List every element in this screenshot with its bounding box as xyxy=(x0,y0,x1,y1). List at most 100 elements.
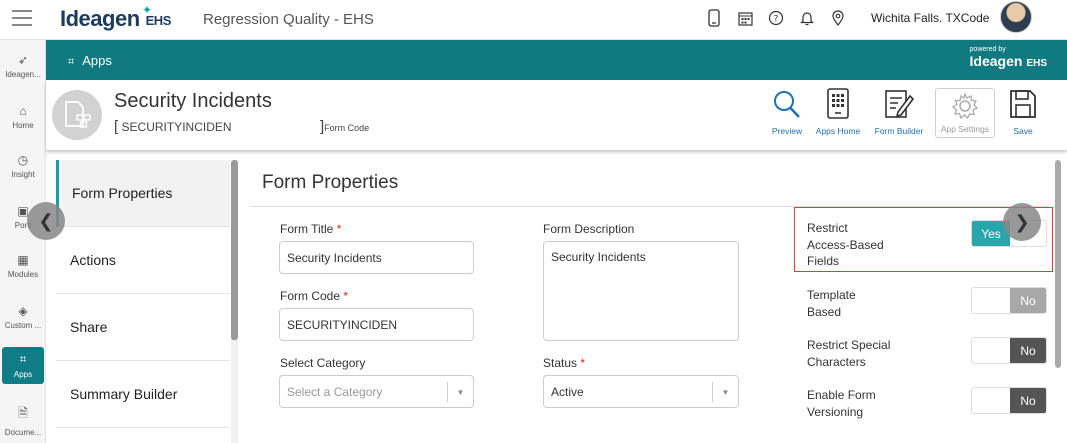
apps-bar: ⌗ Apps powered by Ideagen EHS xyxy=(46,40,1067,80)
form-code-value: SECURITYINCIDEN xyxy=(121,120,232,134)
template-based-toggle[interactable]: No xyxy=(971,287,1047,314)
previous-arrow-button[interactable]: ❮ xyxy=(27,202,65,240)
tool-label: Apps Home xyxy=(815,126,861,136)
tab-summary-builder[interactable]: Summary Builder xyxy=(56,361,230,428)
nav-label: Ideagen... xyxy=(5,70,41,79)
tab-actions[interactable]: Actions xyxy=(56,227,230,294)
save-icon xyxy=(1010,90,1036,118)
search-icon xyxy=(774,91,800,118)
mobile-icon[interactable] xyxy=(706,9,722,27)
form-icon xyxy=(52,90,102,140)
apps-label: Apps xyxy=(82,53,112,68)
main-scrollbar[interactable] xyxy=(1055,160,1061,368)
required-mark: * xyxy=(336,222,342,236)
tab-label: Form Properties xyxy=(72,185,173,201)
top-icons: ? xyxy=(706,6,861,30)
nav-label: Modules xyxy=(7,270,39,279)
tab-share[interactable]: Share xyxy=(56,294,230,361)
apps-breadcrumb[interactable]: ⌗ Apps xyxy=(68,53,112,69)
select-category-label: Select Category xyxy=(280,356,366,370)
app-settings-button[interactable]: App Settings xyxy=(935,88,995,138)
enable-versioning-toggle[interactable]: No xyxy=(971,387,1047,414)
restrict-special-characters-toggle[interactable]: No xyxy=(971,337,1047,364)
toggle-state: No xyxy=(1010,388,1046,413)
form-code-label: Form Code xyxy=(324,123,370,133)
apps-grid-icon: ⌗ xyxy=(68,56,75,68)
label-line: Versioning xyxy=(807,404,864,419)
nav-item-home[interactable]: ⌂ Home xyxy=(2,104,44,130)
tab-form-properties[interactable]: Form Properties xyxy=(56,160,230,227)
svg-text:?: ? xyxy=(774,15,779,25)
save-button[interactable]: Save xyxy=(1003,88,1043,136)
form-builder-icon xyxy=(885,90,914,118)
template-based-label: Template Based xyxy=(807,287,856,320)
nav-item-insight[interactable]: ◷ Insight xyxy=(2,153,44,179)
help-icon[interactable]: ? xyxy=(768,9,784,27)
toggle-state: No xyxy=(1010,288,1046,313)
bell-icon[interactable] xyxy=(799,9,815,27)
left-nav: ➶ Ideagen... ⌂ Home ◷ Insight ▣ Portl ▦ Modul… xyxy=(0,40,46,443)
form-description-textarea[interactable]: Security Incidents xyxy=(543,241,739,341)
label-line: Restrict Special xyxy=(807,338,891,352)
tool-label: Preview xyxy=(771,126,803,136)
label-line: Fields xyxy=(807,254,840,268)
chevron-left-icon: ❮ xyxy=(38,210,54,231)
chevron-down-icon[interactable]: ▼ xyxy=(712,382,738,402)
form-title-input[interactable]: Security Incidents xyxy=(279,241,474,274)
tool-label: Save xyxy=(1013,126,1033,136)
form-title-label: Form Title * xyxy=(280,222,341,236)
next-arrow-button[interactable]: ❯ xyxy=(1003,203,1041,241)
nav-item-documents[interactable]: 🗎 Docume... xyxy=(2,404,44,437)
tabs-scrollbar-thumb[interactable] xyxy=(231,160,238,340)
toggle-state: No xyxy=(1010,338,1046,363)
ideagen-icon: ➶ xyxy=(17,53,29,67)
enable-versioning-label: Enable Form Versioning xyxy=(807,387,876,420)
tab-label: Actions xyxy=(70,252,116,268)
apps-home-button[interactable]: Apps Home xyxy=(811,88,865,136)
tool-label: Form Builder xyxy=(874,126,924,136)
label-line: Enable Form xyxy=(807,388,876,402)
page-title: Security Incidents xyxy=(114,90,272,112)
user-avatar[interactable] xyxy=(1000,1,1032,33)
location-pin-icon[interactable] xyxy=(830,9,846,27)
status-label: Status * xyxy=(543,356,585,370)
ideagen-logo[interactable]: Ideagen ✦ EHS xyxy=(60,3,171,32)
form-description-label: Form Description xyxy=(543,222,635,236)
nav-label: Custom ... xyxy=(4,321,42,330)
category-select[interactable]: Select a Category ▼ xyxy=(279,375,474,408)
calendar-icon[interactable] xyxy=(737,9,753,27)
nav-item-apps[interactable]: ⌗ Apps xyxy=(2,347,44,384)
status-select[interactable]: Active ▼ xyxy=(543,375,739,408)
chevron-down-icon[interactable]: ▼ xyxy=(447,382,473,402)
tool-label: App Settings xyxy=(940,124,990,134)
form-builder-button[interactable]: Form Builder xyxy=(871,88,927,136)
tabs-scrollbar[interactable] xyxy=(231,160,238,443)
required-mark: * xyxy=(343,289,349,303)
apps-icon: ⌗ xyxy=(19,352,27,366)
category-placeholder: Select a Category xyxy=(287,384,383,399)
nav-item-modules[interactable]: ▦ Modules xyxy=(2,253,44,279)
hamburger-menu-icon[interactable] xyxy=(12,10,32,26)
label-text: Status xyxy=(543,356,578,370)
preview-button[interactable]: Preview xyxy=(767,88,807,136)
nav-label: Docume... xyxy=(4,428,42,437)
nav-item-custom[interactable]: ◈ Custom ... xyxy=(2,304,44,330)
form-code-input[interactable]: SECURITYINCIDEN xyxy=(279,308,474,341)
label-line: Based xyxy=(807,304,842,319)
nav-item-ideagen[interactable]: ➶ Ideagen... xyxy=(2,53,44,79)
grid-icon: ▦ xyxy=(17,253,29,267)
top-bar: Ideagen ✦ EHS Regression Quality - EHS ? W… xyxy=(0,0,1067,40)
home-icon: ⌂ xyxy=(19,104,27,118)
form-code-display: [ SECURITYINCIDEN xyxy=(114,118,232,135)
powered-by-text: powered by xyxy=(969,46,1006,53)
powered-logo-suffix: EHS xyxy=(1026,58,1047,69)
tab-label: Share xyxy=(70,319,108,335)
restrict-access-label: Restrict Access-Based Fields xyxy=(807,220,884,270)
pie-chart-icon: ◷ xyxy=(17,153,29,167)
user-location[interactable]: Wichita Falls. TXCode xyxy=(871,11,989,25)
powered-logo: Ideagen EHS xyxy=(970,53,1047,69)
chevron-right-icon: ❯ xyxy=(1014,211,1030,232)
label-line: Template xyxy=(807,288,856,302)
label-text: Form Code xyxy=(280,289,341,303)
label-line: Access-Based xyxy=(807,237,884,252)
